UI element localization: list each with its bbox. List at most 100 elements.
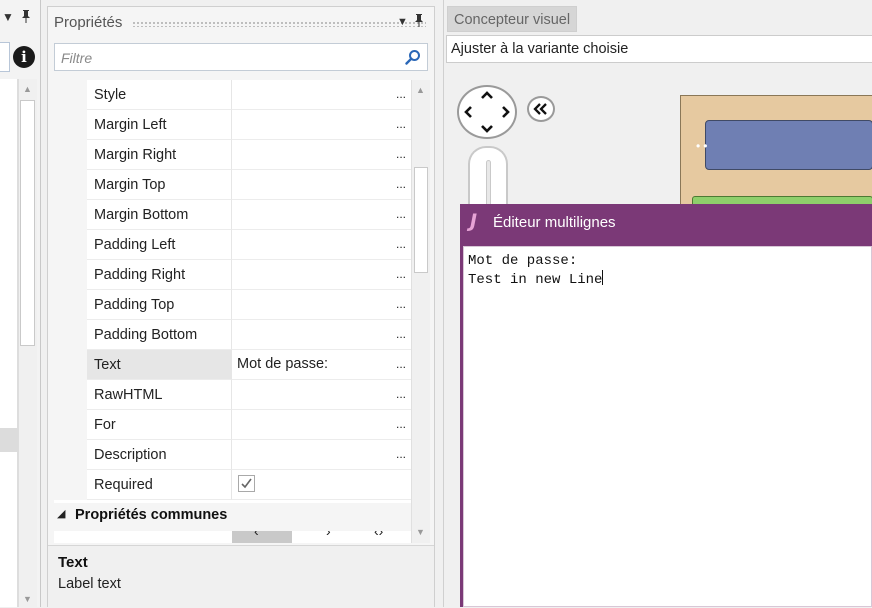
ellipsis-button[interactable]: ...: [396, 320, 406, 348]
pan-navigation-icon[interactable]: [457, 85, 517, 139]
left-search-input-edge[interactable]: [0, 42, 10, 72]
property-row-description[interactable]: Description ...: [54, 440, 411, 470]
ellipsis-button[interactable]: ...: [396, 410, 406, 438]
row-gutter: [54, 470, 87, 500]
property-name: Margin Top: [87, 170, 231, 200]
multiline-editor-dialog: J Éditeur multilignes Mot de passe: Test …: [460, 204, 872, 607]
ellipsis-button[interactable]: ...: [396, 260, 406, 288]
description-text: Label text: [58, 576, 121, 592]
row-gutter: [54, 80, 87, 110]
brackets-icon: ‹›: [374, 531, 384, 539]
property-value[interactable]: ...: [231, 260, 411, 290]
collapse-triangle-icon[interactable]: ◢: [57, 507, 65, 520]
zoom-slider-track[interactable]: [486, 160, 491, 210]
ellipsis-button[interactable]: ...: [396, 290, 406, 318]
property-name: Style: [87, 80, 231, 110]
property-value[interactable]: ...: [231, 290, 411, 320]
partially-visible-row[interactable]: ‹ › ‹›: [54, 531, 411, 543]
row-gutter: [54, 290, 87, 320]
filter-input[interactable]: [59, 47, 393, 69]
row-gutter: [54, 170, 87, 200]
property-row-margin-bottom[interactable]: Margin Bottom ...: [54, 200, 411, 230]
property-value[interactable]: ...: [231, 320, 411, 350]
form-preview-field[interactable]: [705, 120, 872, 170]
ellipsis-button[interactable]: ...: [396, 230, 406, 258]
collapse-double-chevron-icon[interactable]: [527, 96, 555, 122]
property-value[interactable]: ...: [231, 140, 411, 170]
row-gutter: [54, 350, 87, 380]
ellipsis-button[interactable]: ...: [396, 380, 406, 408]
ellipsis-button[interactable]: ...: [396, 80, 406, 108]
scroll-down-arrow-icon[interactable]: ▼: [412, 524, 429, 540]
panel-title: Propriétés: [54, 14, 123, 31]
scroll-up-arrow-icon[interactable]: ▲: [19, 81, 36, 97]
property-row-margin-top[interactable]: Margin Top ...: [54, 170, 411, 200]
panel-menu-dropdown-icon[interactable]: ▼: [397, 16, 408, 28]
property-name: Text: [87, 350, 231, 380]
left-dropdown-arrow-icon[interactable]: ▼: [2, 10, 14, 24]
row-gutter: [54, 140, 87, 170]
ellipsis-button[interactable]: ...: [396, 200, 406, 228]
row-gutter: [54, 110, 87, 140]
description-title: Text: [58, 554, 88, 571]
property-row-margin-right[interactable]: Margin Right ...: [54, 140, 411, 170]
property-row-for[interactable]: For ...: [54, 410, 411, 440]
property-value[interactable]: ...: [231, 110, 411, 140]
app-logo-icon: J: [470, 210, 478, 232]
property-row-padding-right[interactable]: Padding Right ...: [54, 260, 411, 290]
property-value: [231, 470, 411, 500]
fit-variant-bar[interactable]: Ajuster à la variante choisie: [446, 35, 872, 63]
scroll-down-arrow-icon[interactable]: ▼: [19, 591, 36, 607]
property-value[interactable]: ...: [231, 170, 411, 200]
info-icon[interactable]: i: [13, 46, 35, 68]
property-value[interactable]: ...: [231, 410, 411, 440]
property-row-margin-left[interactable]: Margin Left ...: [54, 110, 411, 140]
row-gutter: [54, 320, 87, 350]
row-value-button[interactable]: [232, 531, 292, 543]
property-name: Padding Top: [87, 290, 231, 320]
tab-visual-designer[interactable]: Concepteur visuel: [447, 6, 577, 32]
checkbox-checked-icon[interactable]: [238, 475, 255, 492]
property-row-text[interactable]: Text Mot de passe:...: [54, 350, 411, 380]
property-row-style[interactable]: Style ...: [54, 80, 411, 110]
property-row-rawhtml[interactable]: RawHTML ...: [54, 380, 411, 410]
ellipsis-button[interactable]: ...: [396, 350, 406, 378]
property-value[interactable]: ...: [231, 380, 411, 410]
description-pane: Text Label text: [48, 545, 434, 608]
property-row-padding-top[interactable]: Padding Top ...: [54, 290, 411, 320]
search-icon[interactable]: [405, 49, 421, 65]
left-item-list[interactable]: [0, 79, 18, 607]
left-selected-item[interactable]: [0, 428, 18, 452]
property-name: Required: [87, 470, 231, 500]
property-value[interactable]: ...: [231, 80, 411, 110]
editor-text-area[interactable]: Mot de passe: Test in new Line: [463, 246, 872, 607]
property-row-required[interactable]: Required: [54, 470, 411, 500]
editor-line-2-wrap: Test in new Line: [468, 270, 868, 289]
properties-panel: Propriétés ▼ Style ... Margin Left ... M…: [47, 6, 435, 608]
row-gutter: [54, 380, 87, 410]
property-row-padding-bottom[interactable]: Padding Bottom ...: [54, 320, 411, 350]
property-name: Description: [87, 440, 231, 470]
property-row-padding-left[interactable]: Padding Left ...: [54, 230, 411, 260]
grid-vertical-scrollbar[interactable]: ▲ ▼: [411, 80, 430, 543]
category-row[interactable]: ◢ Propriétés communes: [54, 503, 411, 531]
property-name: RawHTML: [87, 380, 231, 410]
property-value[interactable]: ...: [231, 200, 411, 230]
ellipsis-button[interactable]: ...: [396, 440, 406, 468]
ellipsis-button[interactable]: ...: [396, 110, 406, 138]
editor-text[interactable]: Mot de passe: Test in new Line: [468, 253, 868, 603]
panel-pin-icon[interactable]: [414, 14, 424, 30]
property-value-text: Mot de passe:: [237, 356, 329, 372]
property-name: For: [87, 410, 231, 440]
panel-drag-grip[interactable]: [132, 21, 426, 27]
row-gutter: [54, 230, 87, 260]
left-scroll-thumb[interactable]: [20, 100, 35, 346]
grid-scroll-thumb[interactable]: [414, 167, 428, 273]
ellipsis-button[interactable]: ...: [396, 140, 406, 168]
left-pin-icon[interactable]: [21, 10, 31, 26]
scroll-up-arrow-icon[interactable]: ▲: [412, 82, 429, 98]
property-value[interactable]: ...: [231, 230, 411, 260]
ellipsis-button[interactable]: ...: [396, 170, 406, 198]
property-value[interactable]: Mot de passe:...: [231, 350, 411, 380]
property-value[interactable]: ...: [231, 440, 411, 470]
